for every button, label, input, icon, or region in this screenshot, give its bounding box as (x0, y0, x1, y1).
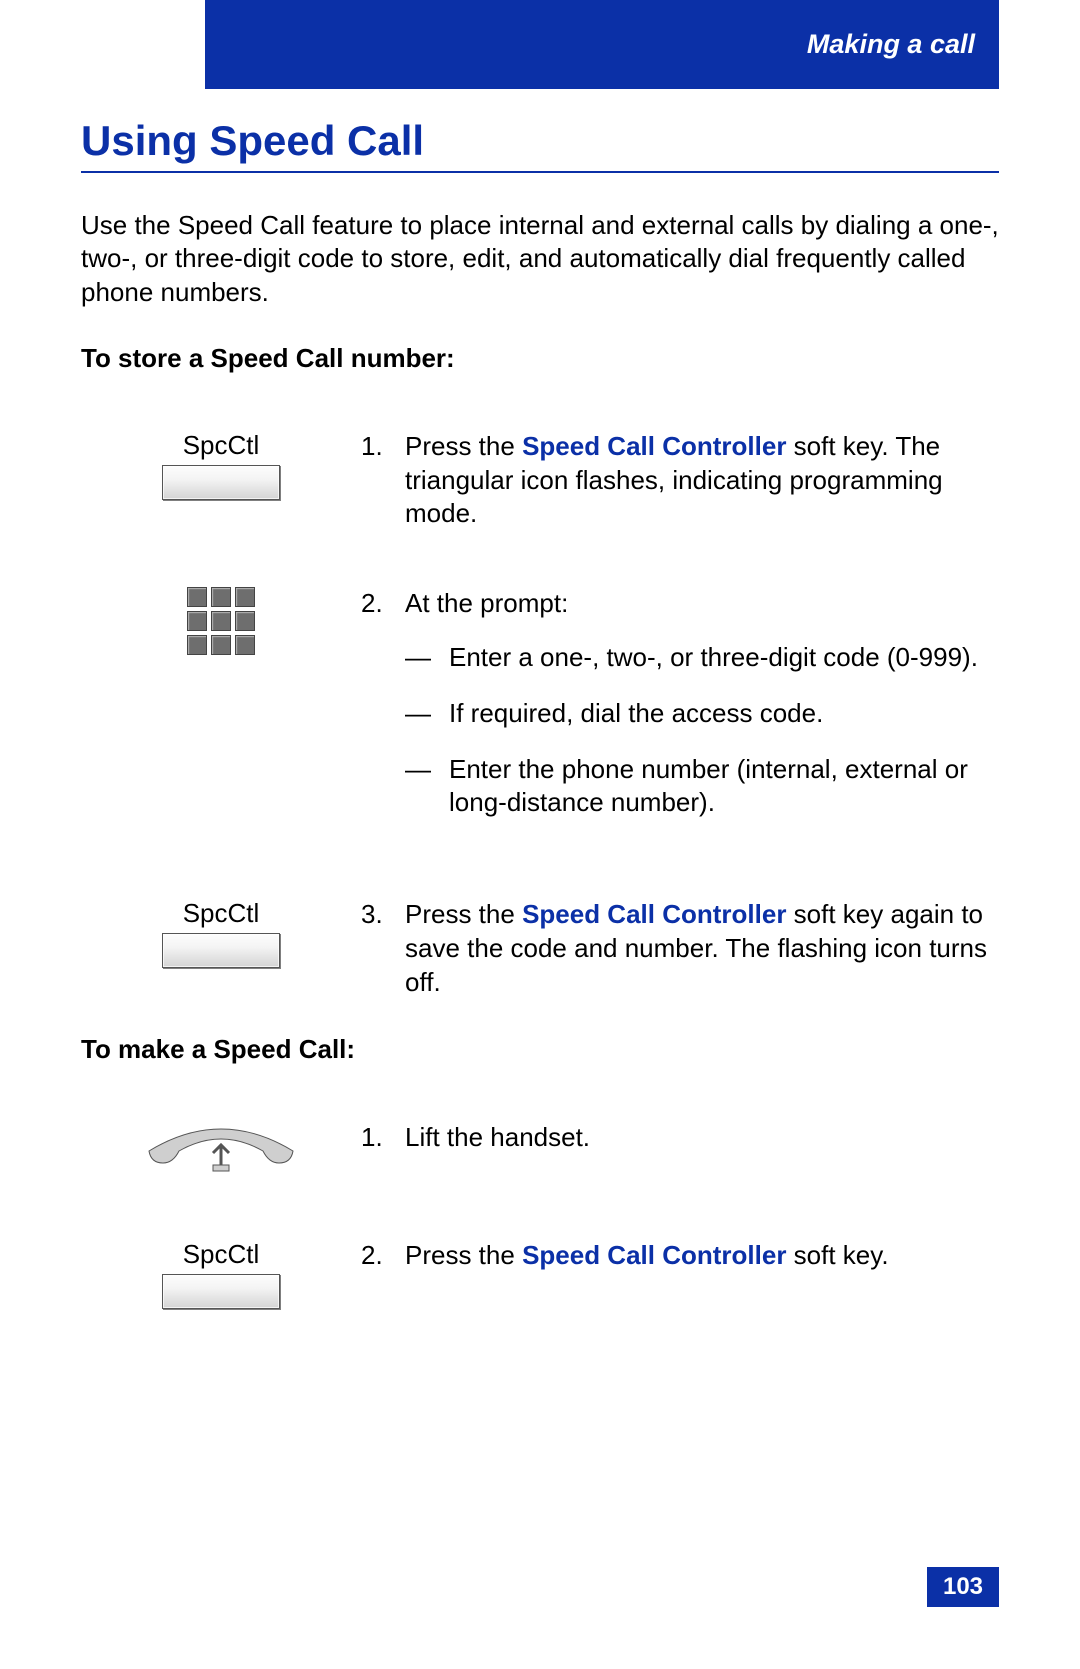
step-icon-col: SpcCtl (81, 898, 361, 968)
softkey-label: SpcCtl (183, 430, 260, 461)
step-text: 3. Press the Speed Call Controller soft … (361, 898, 999, 999)
step-row: SpcCtl 3. Press the Speed Call Controlle… (81, 898, 999, 999)
step-body: At the prompt: (405, 587, 999, 621)
sublist: — Enter a one-, two-, or three-digit cod… (361, 641, 999, 820)
step-text: 2. At the prompt: — Enter a one-, two-, … (361, 587, 999, 842)
section-heading-store: To store a Speed Call number: (81, 343, 999, 374)
step-text: 1. Press the Speed Call Controller soft … (361, 430, 999, 531)
intro-paragraph: Use the Speed Call feature to place inte… (81, 209, 999, 309)
make-steps: 1. Lift the handset. SpcCtl 2. Press the… (81, 1121, 999, 1309)
sublist-item: — Enter the phone number (internal, exte… (361, 753, 999, 821)
sublist-text: If required, dial the access code. (449, 697, 999, 731)
step-icon-col: SpcCtl (81, 1239, 361, 1309)
section-heading-make: To make a Speed Call: (81, 1034, 999, 1065)
step-body: Press the Speed Call Controller soft key… (405, 430, 999, 531)
step-text: 1. Lift the handset. (361, 1121, 999, 1155)
store-steps: SpcCtl 1. Press the Speed Call Controlle… (81, 430, 999, 1000)
content: Using Speed Call Use the Speed Call feat… (81, 89, 999, 1669)
handset-lift-icon (141, 1121, 301, 1173)
step-text: 2. Press the Speed Call Controller soft … (361, 1239, 999, 1273)
step-body: Lift the handset. (405, 1121, 999, 1155)
step-icon-col: SpcCtl (81, 430, 361, 500)
step-icon-col (81, 587, 361, 655)
page-title: Using Speed Call (81, 117, 999, 173)
step-row: 1. Lift the handset. (81, 1121, 999, 1173)
softkey-label: SpcCtl (183, 898, 260, 929)
step-row: SpcCtl 2. Press the Speed Call Controlle… (81, 1239, 999, 1309)
text-pre: Press the (405, 1240, 522, 1270)
page: Making a call Using Speed Call Use the S… (0, 0, 1080, 1669)
numbered-line: 2. Press the Speed Call Controller soft … (361, 1239, 999, 1273)
page-number: 103 (927, 1567, 999, 1607)
bullet-dash: — (405, 697, 449, 731)
chapter-header: Making a call (205, 0, 999, 89)
keypad-icon (187, 587, 255, 655)
step-row: SpcCtl 1. Press the Speed Call Controlle… (81, 430, 999, 531)
step-icon-col (81, 1121, 361, 1173)
step-body: Press the Speed Call Controller soft key… (405, 1239, 999, 1273)
softkey-icon (162, 933, 280, 968)
bullet-dash: — (405, 753, 449, 821)
step-number: 2. (361, 587, 405, 621)
sublist-item: — If required, dial the access code. (361, 697, 999, 731)
softkey-label: SpcCtl (183, 1239, 260, 1270)
softkey-icon (162, 465, 280, 500)
step-body: Press the Speed Call Controller soft key… (405, 898, 999, 999)
step-number: 3. (361, 898, 405, 999)
step-number: 1. (361, 430, 405, 531)
numbered-line: 1. Press the Speed Call Controller soft … (361, 430, 999, 531)
text-pre: Press the (405, 899, 522, 929)
text-pre: Press the (405, 431, 522, 461)
step-number: 1. (361, 1121, 405, 1155)
text-emph: Speed Call Controller (522, 431, 786, 461)
text-emph: Speed Call Controller (522, 899, 786, 929)
step-row: 2. At the prompt: — Enter a one-, two-, … (81, 587, 999, 842)
step-number: 2. (361, 1239, 405, 1273)
text-emph: Speed Call Controller (522, 1240, 786, 1270)
softkey-icon (162, 1274, 280, 1309)
sublist-text: Enter the phone number (internal, extern… (449, 753, 999, 821)
sublist-item: — Enter a one-, two-, or three-digit cod… (361, 641, 999, 675)
bullet-dash: — (405, 641, 449, 675)
numbered-line: 2. At the prompt: (361, 587, 999, 621)
chapter-label: Making a call (807, 29, 975, 60)
sublist-text: Enter a one-, two-, or three-digit code … (449, 641, 999, 675)
numbered-line: 1. Lift the handset. (361, 1121, 999, 1155)
numbered-line: 3. Press the Speed Call Controller soft … (361, 898, 999, 999)
text-post: soft key. (786, 1240, 888, 1270)
